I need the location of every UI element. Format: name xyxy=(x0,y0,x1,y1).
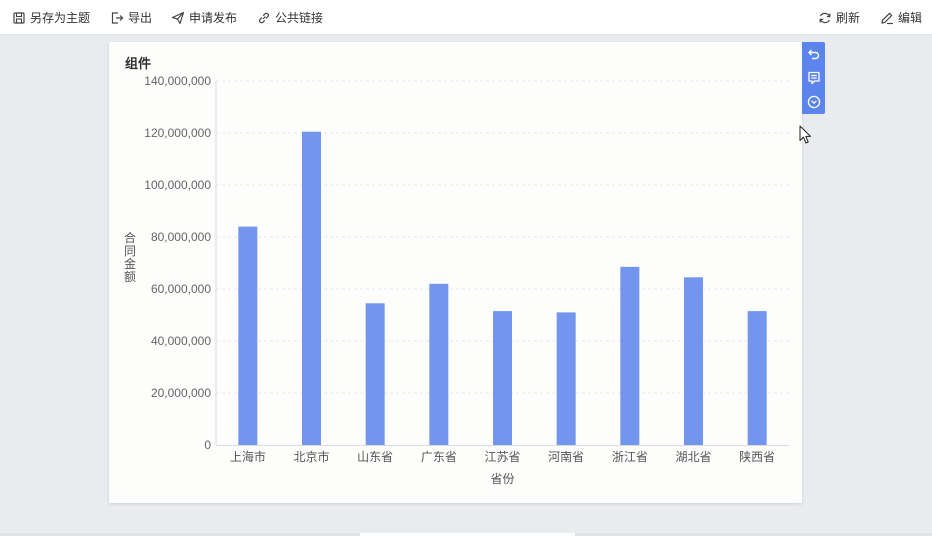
y-tick-label: 40,000,000 xyxy=(151,334,211,348)
chevron-circle-icon xyxy=(807,95,820,109)
refresh-label: 刷新 xyxy=(836,11,861,25)
undo-button[interactable] xyxy=(802,42,825,66)
apply-publish-label: 申请发布 xyxy=(189,11,238,25)
bar xyxy=(493,311,512,445)
refresh-icon xyxy=(819,12,831,23)
bar xyxy=(302,131,321,445)
undo-icon xyxy=(807,49,819,60)
link-icon xyxy=(259,12,269,23)
y-axis-title: 合同金额 xyxy=(124,230,136,284)
bar xyxy=(238,226,258,445)
save-theme-icon xyxy=(13,11,25,24)
x-tick-label: 北京市 xyxy=(293,449,329,464)
edit-button[interactable]: 编辑 xyxy=(880,0,922,35)
comment-button[interactable] xyxy=(802,66,825,90)
y-tick-label: 140,000,000 xyxy=(144,74,211,88)
send-icon xyxy=(171,11,185,24)
y-tick-label: 80,000,000 xyxy=(151,230,211,244)
x-tick-label: 上海市 xyxy=(230,449,266,464)
refresh-button[interactable]: 刷新 xyxy=(818,0,860,35)
public-link-button[interactable]: 公共链接 xyxy=(257,0,323,35)
bar xyxy=(365,303,385,445)
y-tick-label: 20,000,000 xyxy=(151,386,211,400)
y-tick-label: 0 xyxy=(204,438,211,452)
x-tick-label: 河南省 xyxy=(548,449,584,464)
bar xyxy=(747,311,767,445)
export-label: 导出 xyxy=(128,11,153,25)
x-tick-label: 湖北省 xyxy=(675,449,711,464)
export-icon xyxy=(111,11,124,24)
edit-label: 编辑 xyxy=(898,11,923,25)
top-toolbar: 另存为主题 导出 申请发布 公共链接 刷新 编辑 xyxy=(0,0,932,35)
component-side-toolbar xyxy=(802,42,825,114)
x-axis-title: 省份 xyxy=(490,472,514,486)
public-link-label: 公共链接 xyxy=(275,11,324,25)
x-tick-label: 山东省 xyxy=(357,450,393,464)
bar xyxy=(620,266,640,445)
x-tick-label: 广东省 xyxy=(421,450,457,464)
bar xyxy=(429,283,449,445)
chart-component-card[interactable]: 组件 0 20,000,000 40,000,000 60,000,000 80,000… xyxy=(109,42,802,503)
comment-icon xyxy=(807,71,820,85)
edit-icon xyxy=(881,12,893,24)
bar-chart: 0 20,000,000 40,000,000 60,000,000 80,000,00… xyxy=(124,74,789,486)
x-tick-label: 陕西省 xyxy=(739,449,775,464)
save-as-theme-label: 另存为主题 xyxy=(30,11,91,25)
bar xyxy=(684,277,703,445)
y-tick-label: 60,000,000 xyxy=(151,282,211,296)
save-as-theme-button[interactable]: 另存为主题 xyxy=(12,0,90,35)
bar xyxy=(556,312,576,445)
apply-publish-button[interactable]: 申请发布 xyxy=(171,0,237,35)
x-tick-label: 浙江省 xyxy=(612,450,648,464)
x-tick-label: 江苏省 xyxy=(484,450,520,464)
y-tick-label: 120,000,000 xyxy=(144,126,211,140)
more-options-button[interactable] xyxy=(802,90,825,114)
mouse-cursor-icon xyxy=(799,125,811,144)
y-tick-label: 100,000,000 xyxy=(144,178,211,192)
export-button[interactable]: 导出 xyxy=(110,0,152,35)
